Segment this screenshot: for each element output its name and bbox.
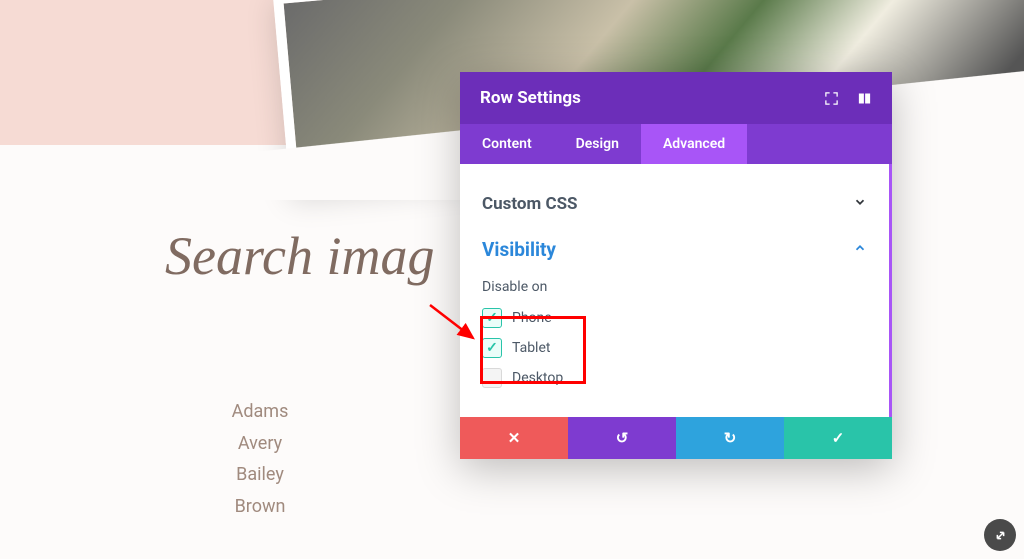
- modal-footer: ✕ ↺ ↻ ✓: [460, 417, 892, 459]
- section-visibility-toggle[interactable]: Visibility: [482, 238, 867, 261]
- list-item[interactable]: Brown: [200, 491, 320, 523]
- list-item[interactable]: Adams: [200, 396, 320, 428]
- option-label: Tablet: [512, 340, 550, 356]
- save-button[interactable]: ✓: [784, 417, 892, 459]
- disable-on-label: Disable on: [482, 279, 867, 295]
- modal-title: Row Settings: [480, 88, 581, 108]
- resize-fab[interactable]: [984, 519, 1016, 551]
- checkbox-desktop[interactable]: [482, 368, 502, 388]
- modal-tabs: Content Design Advanced: [460, 124, 892, 164]
- option-desktop[interactable]: Desktop: [482, 363, 867, 393]
- name-list: Adams Avery Bailey Brown: [200, 396, 320, 522]
- section-visibility: Visibility Disable on ✓ Phone ✓ Tablet D…: [482, 226, 867, 405]
- option-phone[interactable]: ✓ Phone: [482, 303, 867, 333]
- disable-on-options: ✓ Phone ✓ Tablet Desktop: [482, 303, 867, 393]
- chevron-up-icon: [853, 241, 867, 259]
- option-tablet[interactable]: ✓ Tablet: [482, 333, 867, 363]
- section-title: Visibility: [482, 238, 556, 261]
- expand-icon[interactable]: [824, 91, 839, 106]
- list-item[interactable]: Bailey: [200, 459, 320, 491]
- list-item[interactable]: Avery: [200, 428, 320, 460]
- section-title: Custom CSS: [482, 194, 578, 214]
- columns-icon[interactable]: [857, 91, 872, 106]
- tab-design[interactable]: Design: [554, 124, 641, 164]
- checkbox-phone[interactable]: ✓: [482, 308, 502, 328]
- undo-button[interactable]: ↺: [568, 417, 676, 459]
- row-settings-modal: Row Settings Content Design Advanced Cus…: [460, 72, 892, 459]
- modal-body: Custom CSS Visibility Disable on ✓ Phone: [460, 164, 892, 417]
- modal-header: Row Settings: [460, 72, 892, 124]
- chevron-down-icon: [853, 195, 867, 213]
- section-custom-css: Custom CSS: [482, 182, 867, 226]
- redo-button[interactable]: ↻: [676, 417, 784, 459]
- option-label: Phone: [512, 310, 552, 326]
- option-label: Desktop: [512, 370, 563, 386]
- section-custom-css-toggle[interactable]: Custom CSS: [482, 194, 867, 214]
- tab-advanced[interactable]: Advanced: [641, 124, 747, 164]
- checkbox-tablet[interactable]: ✓: [482, 338, 502, 358]
- close-button[interactable]: ✕: [460, 417, 568, 459]
- tab-content[interactable]: Content: [460, 124, 554, 164]
- search-heading: Search imag: [165, 225, 434, 287]
